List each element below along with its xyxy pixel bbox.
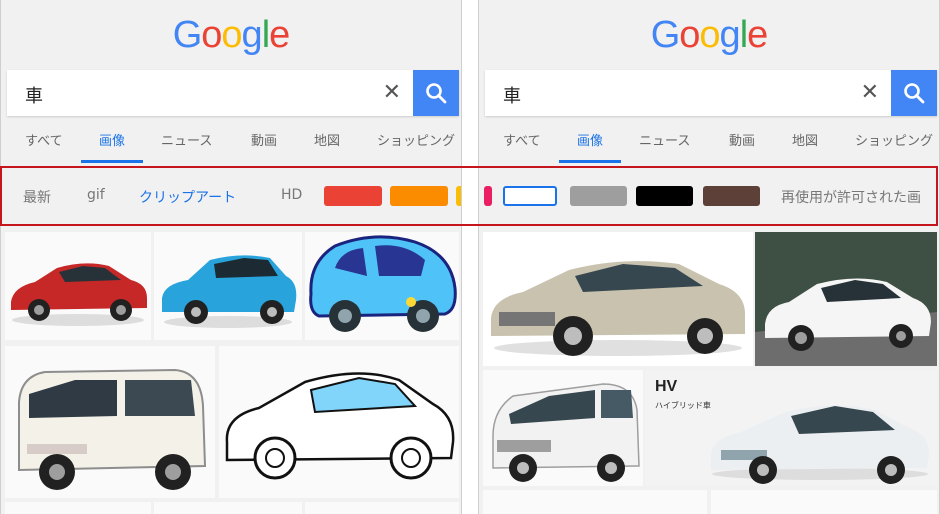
tab-maps[interactable]: 地図 (314, 130, 340, 149)
right-screenshot-panel: Google 車 ✕ すべて 画像 ニュース 動画 地図 ショッピング 再使用が… (478, 0, 940, 514)
filter-reuse-license[interactable]: 再使用が許可された画 (781, 187, 921, 207)
tab-news[interactable]: ニュース (639, 130, 690, 149)
active-tab-indicator (81, 160, 143, 163)
image-result-outline-car[interactable] (219, 346, 459, 498)
active-tab-indicator (559, 160, 621, 163)
tab-news[interactable]: ニュース (161, 130, 212, 149)
hybrid-car-image (711, 405, 930, 484)
image-result-partial[interactable] (711, 490, 937, 514)
image-result-hybrid-car[interactable]: HV ハイブリッド車 (645, 370, 937, 486)
color-swatch-yellow[interactable] (456, 186, 461, 206)
left-screenshot-panel: Google 車 ✕ すべて 画像 ニュース 動画 地図 ショッピング 最新 g… (0, 0, 462, 514)
search-tabs: すべて 画像 ニュース 動画 地図 ショッピング (479, 118, 939, 164)
white-sedan-road-image (755, 232, 937, 366)
image-result-cartoon-car[interactable] (305, 232, 459, 340)
search-box[interactable]: 車 ✕ (485, 70, 937, 116)
tab-maps[interactable]: 地図 (792, 130, 818, 149)
image-result-white-kei-car[interactable] (5, 346, 215, 498)
outline-car-image (225, 372, 455, 480)
google-logo: Google (650, 14, 769, 56)
image-result-partial[interactable] (305, 502, 459, 514)
tab-shopping[interactable]: ショッピング (377, 130, 455, 149)
color-swatch-white[interactable] (503, 186, 557, 206)
image-result-red-car[interactable] (5, 232, 151, 340)
red-car-image (11, 263, 147, 326)
color-swatch-black[interactable] (636, 186, 693, 206)
clear-icon[interactable]: ✕ (383, 80, 401, 105)
search-icon (426, 83, 447, 104)
blue-car-image (162, 255, 297, 328)
tab-images[interactable]: 画像 (99, 130, 125, 149)
clear-icon[interactable]: ✕ (861, 80, 879, 105)
search-input[interactable]: 車 (503, 82, 521, 108)
cartoon-car-image (309, 235, 457, 332)
google-logo: Google (172, 14, 291, 56)
tab-videos[interactable]: 動画 (251, 130, 277, 149)
white-kei-car-image (18, 368, 207, 490)
tab-all[interactable]: すべて (25, 130, 63, 149)
hv-caption: HV (655, 378, 678, 395)
filter-recent[interactable]: 最新 (23, 187, 51, 207)
hybrid-caption: ハイブリッド車 (655, 401, 711, 410)
image-filter-bar: 再使用が許可された画 (479, 168, 939, 226)
color-swatch-red[interactable] (324, 186, 382, 206)
image-result-partial[interactable] (5, 502, 151, 514)
search-box[interactable]: 車 ✕ (7, 70, 459, 116)
filter-clipart[interactable]: クリップアート (139, 187, 236, 207)
color-swatch-gray[interactable] (570, 186, 627, 206)
white-minivan-image (492, 383, 640, 482)
color-swatch-pink[interactable] (484, 186, 492, 206)
filter-gif[interactable]: gif (87, 187, 105, 203)
search-button[interactable] (891, 70, 937, 116)
tab-videos[interactable]: 動画 (729, 130, 755, 149)
color-swatch-brown[interactable] (703, 186, 760, 206)
image-result-partial[interactable] (154, 502, 302, 514)
image-result-white-sedan-road[interactable] (755, 232, 937, 366)
filter-hd[interactable]: HD (281, 187, 302, 203)
search-icon (904, 83, 925, 104)
color-swatch-orange[interactable] (390, 186, 448, 206)
image-result-blue-car[interactable] (154, 232, 302, 340)
image-result-partial[interactable] (483, 490, 707, 514)
tab-shopping[interactable]: ショッピング (855, 130, 933, 149)
image-result-white-minivan[interactable] (483, 370, 643, 486)
search-tabs: すべて 画像 ニュース 動画 地図 ショッピング (1, 118, 461, 164)
search-button[interactable] (413, 70, 459, 116)
tab-all[interactable]: すべて (503, 130, 541, 149)
image-filter-bar: 最新 gif クリップアート HD (1, 168, 461, 226)
silver-sedan-image (491, 261, 745, 356)
search-input[interactable]: 車 (25, 82, 43, 108)
image-result-silver-sedan[interactable] (483, 232, 753, 366)
tab-images[interactable]: 画像 (577, 130, 603, 149)
